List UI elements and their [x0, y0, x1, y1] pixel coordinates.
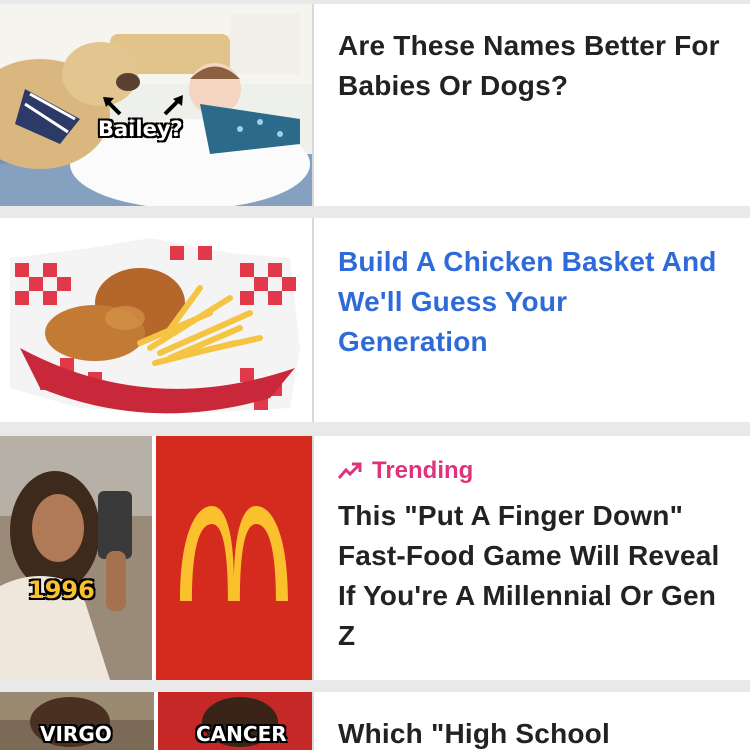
- zendaya-mcdonalds-thumbnail: 1996: [0, 436, 312, 680]
- feed-card-2[interactable]: Build A Chicken Basket And We'll Guess Y…: [0, 218, 750, 422]
- card-title[interactable]: This "Put A Finger Down" Fast-Food Game …: [338, 496, 720, 656]
- trending-image: [0, 436, 312, 680]
- image-caption: Bailey?: [98, 117, 183, 141]
- zodiac-right-label: CANCER: [196, 722, 287, 746]
- feed-card-1[interactable]: Bailey? Are These Names Better For Babie…: [0, 4, 750, 206]
- card-title[interactable]: Build A Chicken Basket And We'll Guess Y…: [338, 242, 720, 362]
- zodiac-left-label: VIRGO: [40, 722, 112, 746]
- feed-card-3[interactable]: 1996 Trending This "Put A Finger Down" F…: [0, 436, 750, 680]
- chicken-basket-thumbnail: [0, 218, 312, 422]
- card-title[interactable]: Are These Names Better For Babies Or Dog…: [338, 26, 720, 106]
- trending-arrow-icon: [338, 462, 362, 479]
- dog-baby-image: [0, 4, 312, 206]
- trending-badge[interactable]: Trending: [338, 454, 720, 488]
- divider: [312, 692, 314, 750]
- dog-baby-thumbnail: Bailey?: [0, 4, 312, 206]
- divider: [312, 218, 314, 422]
- divider: [312, 4, 314, 206]
- chicken-basket-image: [0, 218, 312, 422]
- zodiac-thumbnail: VIRGO CANCER: [0, 692, 312, 750]
- trending-label: Trending: [372, 457, 474, 484]
- divider: [312, 436, 314, 680]
- card-title[interactable]: Which "High School: [338, 714, 720, 750]
- year-caption: 1996: [28, 576, 95, 604]
- feed-card-4[interactable]: VIRGO CANCER Which "High School: [0, 692, 750, 750]
